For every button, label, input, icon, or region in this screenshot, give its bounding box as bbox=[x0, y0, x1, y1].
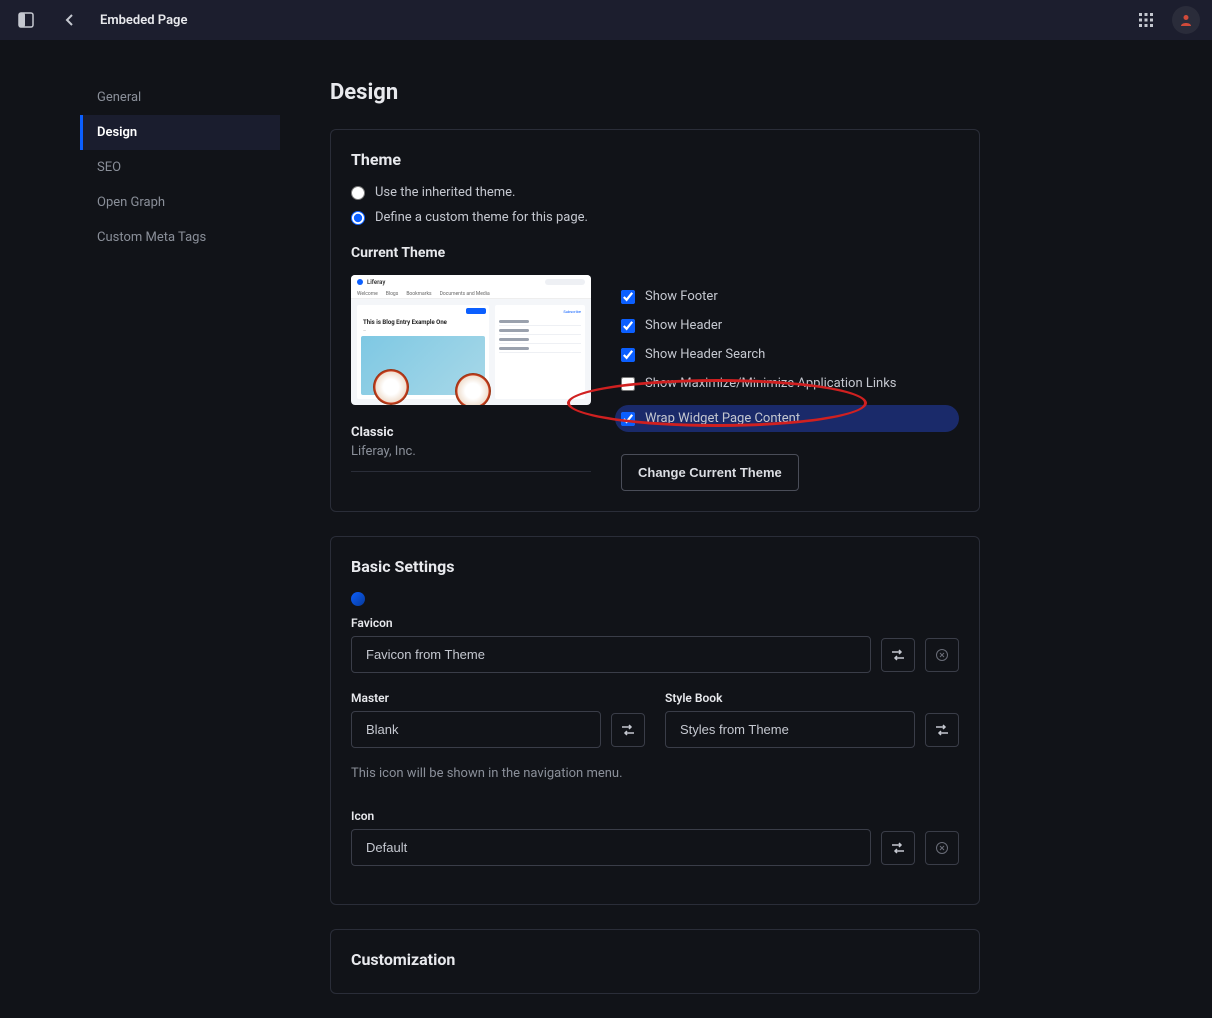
radio-inherited-label: Use the inherited theme. bbox=[375, 185, 515, 200]
topbar-left: Embeded Page bbox=[12, 6, 187, 34]
sidebar-item-general[interactable]: General bbox=[80, 80, 280, 115]
page-title: Embeded Page bbox=[100, 13, 187, 28]
back-icon[interactable] bbox=[56, 6, 84, 34]
sidebar: General Design SEO Open Graph Custom Met… bbox=[80, 80, 280, 1018]
current-theme-heading: Current Theme bbox=[351, 245, 959, 261]
theme-right: Show Footer Show Header Show Header Sear… bbox=[621, 275, 959, 491]
favicon-change-button[interactable] bbox=[881, 638, 915, 672]
stylebook-label: Style Book bbox=[665, 691, 959, 705]
main-wrap: General Design SEO Open Graph Custom Met… bbox=[0, 40, 1212, 1018]
check-show-footer[interactable]: Show Footer bbox=[621, 289, 959, 304]
stylebook-input[interactable] bbox=[665, 711, 915, 748]
master-input[interactable] bbox=[351, 711, 601, 748]
customization-heading: Customization bbox=[351, 950, 959, 969]
favicon-clear-button[interactable] bbox=[925, 638, 959, 672]
sidebar-item-custom-meta-tags[interactable]: Custom Meta Tags bbox=[80, 220, 280, 255]
theme-row: Liferay WelcomeBlogsBookmarksDocuments a… bbox=[351, 275, 959, 491]
theme-left: Liferay WelcomeBlogsBookmarksDocuments a… bbox=[351, 275, 591, 491]
sidebar-item-open-graph[interactable]: Open Graph bbox=[80, 185, 280, 220]
change-theme-button[interactable]: Change Current Theme bbox=[621, 454, 799, 491]
radio-inherited-input[interactable] bbox=[351, 186, 365, 200]
favicon-label: Favicon bbox=[351, 616, 959, 630]
theme-preview-image: Liferay WelcomeBlogsBookmarksDocuments a… bbox=[351, 275, 591, 405]
icon-label: Icon bbox=[351, 809, 959, 823]
basic-settings-panel: Basic Settings Favicon Master Style Book bbox=[330, 536, 980, 905]
theme-vendor: Liferay, Inc. bbox=[351, 444, 591, 472]
check-wrap-widget[interactable]: Wrap Widget Page Content bbox=[615, 405, 959, 432]
sidebar-toggle-icon[interactable] bbox=[12, 6, 40, 34]
apps-grid-icon[interactable] bbox=[1132, 6, 1160, 34]
content: Design Theme Use the inherited theme. De… bbox=[330, 80, 980, 1018]
icon-change-button[interactable] bbox=[881, 831, 915, 865]
theme-heading: Theme bbox=[351, 150, 959, 169]
icon-clear-button[interactable] bbox=[925, 831, 959, 865]
favicon-preview-icon bbox=[351, 592, 365, 606]
icon-hint: This icon will be shown in the navigatio… bbox=[351, 766, 959, 781]
radio-inherited[interactable]: Use the inherited theme. bbox=[351, 185, 959, 200]
radio-custom-input[interactable] bbox=[351, 211, 365, 225]
master-change-button[interactable] bbox=[611, 713, 645, 747]
theme-name: Classic bbox=[351, 425, 591, 440]
user-avatar-icon[interactable] bbox=[1172, 6, 1200, 34]
section-heading: Design bbox=[330, 80, 980, 105]
check-show-header[interactable]: Show Header bbox=[621, 318, 959, 333]
theme-panel: Theme Use the inherited theme. Define a … bbox=[330, 129, 980, 512]
sidebar-item-design[interactable]: Design bbox=[80, 115, 280, 150]
topbar: Embeded Page bbox=[0, 0, 1212, 40]
radio-custom[interactable]: Define a custom theme for this page. bbox=[351, 210, 959, 225]
sidebar-item-seo[interactable]: SEO bbox=[80, 150, 280, 185]
master-label: Master bbox=[351, 691, 645, 705]
check-show-maximize[interactable]: Show Maximize/Minimize Application Links bbox=[621, 376, 959, 391]
icon-input[interactable] bbox=[351, 829, 871, 866]
radio-custom-label: Define a custom theme for this page. bbox=[375, 210, 588, 225]
topbar-right bbox=[1132, 6, 1200, 34]
stylebook-change-button[interactable] bbox=[925, 713, 959, 747]
basic-heading: Basic Settings bbox=[351, 557, 959, 576]
check-show-header-search[interactable]: Show Header Search bbox=[621, 347, 959, 362]
favicon-input[interactable] bbox=[351, 636, 871, 673]
customization-panel: Customization bbox=[330, 929, 980, 994]
